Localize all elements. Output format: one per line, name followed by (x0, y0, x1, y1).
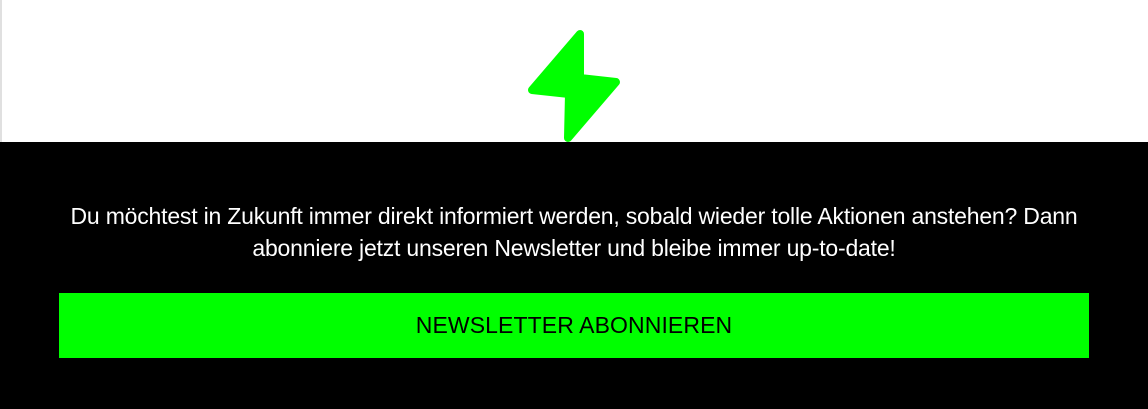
lightning-bolt-icon (528, 30, 620, 142)
newsletter-subscribe-button[interactable]: NEWSLETTER ABONNIEREN (59, 293, 1089, 358)
newsletter-panel: Du möchtest in Zukunft immer direkt info… (0, 142, 1148, 409)
newsletter-message: Du möchtest in Zukunft immer direkt info… (70, 203, 1078, 261)
